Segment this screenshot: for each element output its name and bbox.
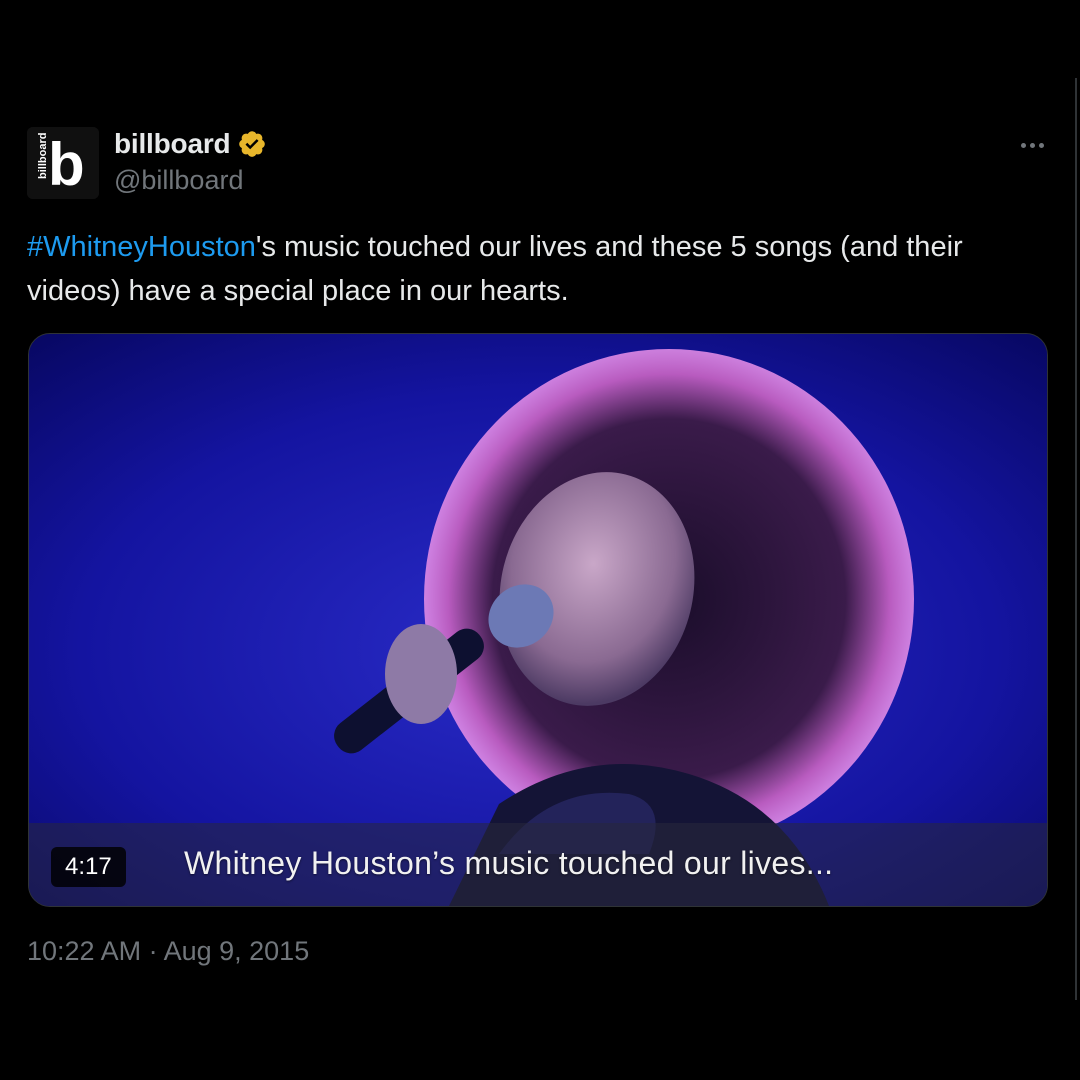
video-duration-badge: 4:17: [51, 847, 126, 887]
tweet-text: #WhitneyHouston's music touched our live…: [27, 225, 1047, 313]
author-handle[interactable]: @billboard: [114, 165, 243, 196]
display-name-text: billboard: [114, 128, 231, 159]
video-player[interactable]: 4:17 Whitney Houston’s music touched our…: [28, 333, 1048, 907]
more-horizontal-icon: [1038, 142, 1044, 148]
author-display-name[interactable]: billboard: [114, 128, 267, 160]
verified-badge-icon[interactable]: [237, 129, 267, 159]
more-options-button[interactable]: [1014, 128, 1050, 162]
right-border: [1075, 78, 1077, 1000]
tweet-timestamp[interactable]: 10:22 AM · Aug 9, 2015: [27, 936, 309, 967]
hashtag-link[interactable]: #WhitneyHouston: [27, 231, 256, 263]
video-thumbnail: [29, 334, 1047, 906]
avatar-letter: b: [48, 131, 85, 198]
avatar[interactable]: billboard b: [27, 127, 99, 199]
tweet: billboard b billboard @billboard #Whitne…: [0, 0, 1075, 1080]
video-caption: Whitney Houston’s music touched our live…: [184, 845, 834, 881]
more-horizontal-icon: [1020, 142, 1026, 148]
more-horizontal-icon: [1029, 142, 1035, 148]
